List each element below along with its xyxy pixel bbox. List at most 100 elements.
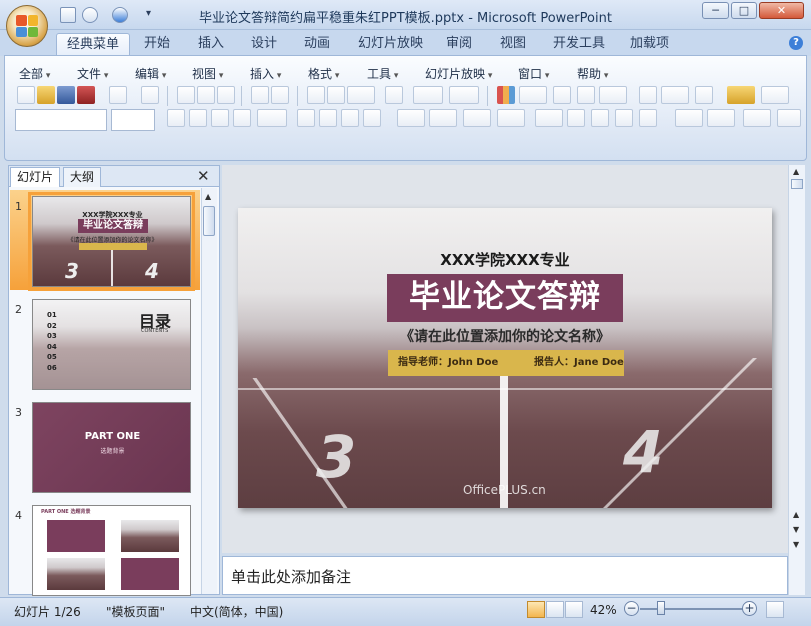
decrease-indent-icon[interactable] xyxy=(615,109,633,127)
close-button[interactable]: ✕ xyxy=(759,2,804,19)
slide-thumb-2[interactable]: 目录 CONTENTS 01 02 03 04 05 06 xyxy=(32,299,191,390)
slideshow-view-icon[interactable] xyxy=(565,601,583,618)
columns-icon[interactable] xyxy=(429,109,457,127)
email-icon[interactable] xyxy=(141,86,159,104)
scroll-thumb[interactable] xyxy=(791,179,803,189)
font-size-combo[interactable] xyxy=(111,109,155,131)
permission-icon[interactable] xyxy=(109,86,127,104)
open-icon[interactable] xyxy=(37,86,55,104)
undo-icon[interactable] xyxy=(82,7,98,23)
zoom-slider-thumb[interactable] xyxy=(657,601,665,615)
scroll-thumb[interactable] xyxy=(203,206,215,236)
fit-to-window-icon[interactable] xyxy=(766,601,784,618)
table-icon[interactable] xyxy=(519,86,547,104)
prev-slide-icon[interactable]: ▲ xyxy=(793,510,799,519)
maximize-button[interactable]: □ xyxy=(731,2,757,19)
tab-animation[interactable]: 动画 xyxy=(294,33,340,56)
align-left-icon[interactable] xyxy=(297,109,315,127)
scroll-up-icon[interactable]: ▲ xyxy=(793,167,799,176)
new-icon[interactable] xyxy=(17,86,35,104)
text-direction-icon[interactable] xyxy=(397,109,425,127)
slide-thumb-1[interactable]: XXX学院XXX专业 毕业论文答辩 《请在此位置添加你的论文名称》 3 4 xyxy=(28,192,195,291)
notes-pane[interactable]: 单击此处添加备注 xyxy=(222,556,788,595)
print-icon[interactable] xyxy=(177,86,195,104)
pane-close-icon[interactable]: ✕ xyxy=(197,167,210,185)
menu-file[interactable]: 文件 xyxy=(77,65,108,82)
change-case-icon[interactable] xyxy=(257,109,287,127)
text-box-icon[interactable] xyxy=(695,86,713,104)
folder-icon[interactable] xyxy=(727,86,755,104)
editor-scrollbar[interactable]: ▲ ▲ ▼ ▼ xyxy=(788,165,805,595)
redo-icon[interactable] xyxy=(112,7,128,23)
shapes-icon[interactable] xyxy=(707,109,735,127)
menu-view[interactable]: 视图 xyxy=(192,65,223,82)
tab-outline[interactable]: 大纲 xyxy=(63,167,102,187)
copy-icon[interactable] xyxy=(327,86,345,104)
minimize-button[interactable]: ─ xyxy=(702,2,729,19)
new-slide-icon[interactable] xyxy=(639,86,657,104)
grow-font-icon[interactable] xyxy=(567,109,585,127)
tab-insert[interactable]: 插入 xyxy=(188,33,234,56)
justify-icon[interactable] xyxy=(363,109,381,127)
slide-sorter-icon[interactable] xyxy=(546,601,564,618)
cut-icon[interactable] xyxy=(307,86,325,104)
picture-icon[interactable] xyxy=(577,86,595,104)
scroll-up-icon[interactable]: ▲ xyxy=(205,192,211,201)
increase-indent-icon[interactable] xyxy=(639,109,657,127)
undo-toolbar-icon[interactable] xyxy=(413,86,443,104)
menu-insert[interactable]: 插入 xyxy=(250,65,281,82)
language-status[interactable]: 中文(简体，中国) xyxy=(190,603,283,620)
zoom-level[interactable]: 42% xyxy=(590,603,617,617)
align-center-icon[interactable] xyxy=(319,109,337,127)
align-right-icon[interactable] xyxy=(341,109,359,127)
font-color-icon[interactable] xyxy=(535,109,563,127)
zoom-in-button[interactable]: + xyxy=(742,601,757,616)
tab-view[interactable]: 视图 xyxy=(490,33,536,56)
slide-tagline[interactable]: 《请在此位置添加你的论文名称》 xyxy=(238,326,772,346)
pdf-icon[interactable] xyxy=(77,86,95,104)
office-button[interactable] xyxy=(6,5,48,47)
menu-slideshow[interactable]: 幻灯片放映 xyxy=(425,65,492,82)
paste-icon[interactable] xyxy=(347,86,375,104)
page-setup-icon[interactable] xyxy=(217,86,235,104)
tab-classic-menu[interactable]: 经典菜单 xyxy=(56,33,131,56)
print-preview-icon[interactable] xyxy=(197,86,215,104)
redo-toolbar-icon[interactable] xyxy=(449,86,479,104)
menu-window[interactable]: 窗口 xyxy=(518,65,549,82)
font-name-combo[interactable] xyxy=(15,109,107,131)
save-icon[interactable] xyxy=(60,7,76,23)
chart-icon[interactable] xyxy=(497,86,515,104)
shape-fill-icon[interactable] xyxy=(777,109,801,127)
zoom-out-button[interactable]: − xyxy=(624,601,639,616)
tab-slides[interactable]: 幻灯片 xyxy=(10,167,61,187)
research-icon[interactable] xyxy=(271,86,289,104)
menu-help[interactable]: 帮助 xyxy=(577,65,608,82)
slide-thumb-4[interactable]: PART ONE 选题背景 xyxy=(32,505,191,596)
layout-icon[interactable] xyxy=(661,86,689,104)
slide-thumb-3[interactable]: PART ONE 选题背景 xyxy=(32,402,191,493)
scroll-down-icon[interactable]: ▼ xyxy=(793,540,799,549)
slide-info-bar[interactable]: 指导老师：John Doe 报告人：Jane Doe xyxy=(388,350,624,376)
normal-view-icon[interactable] xyxy=(527,601,545,618)
format-painter-icon[interactable] xyxy=(385,86,403,104)
tab-addins[interactable]: 加载项 xyxy=(620,33,679,56)
spelling-icon[interactable] xyxy=(251,86,269,104)
tab-review[interactable]: 审阅 xyxy=(436,33,482,56)
customize-qat-icon[interactable]: ▾ xyxy=(146,8,151,19)
numbering-icon[interactable] xyxy=(463,109,491,127)
menu-format[interactable]: 格式 xyxy=(308,65,339,82)
find-icon[interactable] xyxy=(761,86,789,104)
current-slide[interactable]: 3 4 XXX学院XXX专业 毕业论文答辩 《请在此位置添加你的论文名称》 指导… xyxy=(238,208,772,508)
pane-scrollbar[interactable]: ▲ xyxy=(201,188,217,594)
menu-tools[interactable]: 工具 xyxy=(367,65,398,82)
italic-icon[interactable] xyxy=(189,109,207,127)
help-icon[interactable]: ? xyxy=(789,36,803,50)
arrange-icon[interactable] xyxy=(675,109,703,127)
tab-slideshow[interactable]: 幻灯片放映 xyxy=(348,33,433,56)
slide-title[interactable]: 毕业论文答辩 xyxy=(387,274,623,322)
smartart-icon[interactable] xyxy=(553,86,571,104)
bold-icon[interactable] xyxy=(167,109,185,127)
quick-styles-icon[interactable] xyxy=(743,109,771,127)
bullets-icon[interactable] xyxy=(497,109,525,127)
shrink-font-icon[interactable] xyxy=(591,109,609,127)
